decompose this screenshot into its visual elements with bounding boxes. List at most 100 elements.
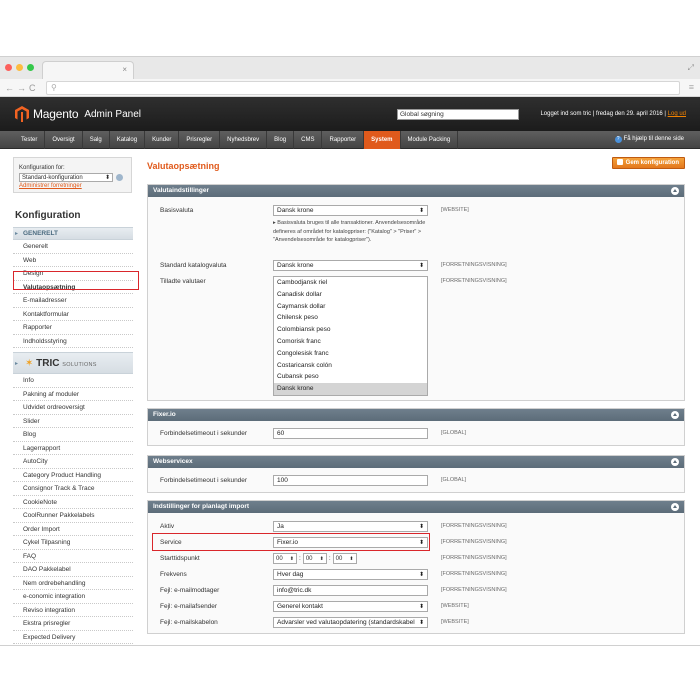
minimize-window-icon[interactable] bbox=[16, 64, 23, 71]
sidebar-item[interactable]: Slider bbox=[13, 415, 133, 428]
sidebar-item[interactable]: Kontaktformular bbox=[13, 308, 133, 321]
select-value: Hver dag bbox=[277, 571, 304, 578]
currency-option[interactable]: Colombiansk peso bbox=[274, 324, 427, 336]
error-template-select[interactable]: Advarsler ved valutaopdatering (standard… bbox=[273, 617, 428, 628]
import-frequency-select[interactable]: Hver dag ⬍ bbox=[273, 569, 428, 580]
currency-option[interactable]: Comorisk franc bbox=[274, 336, 427, 348]
sidebar-item[interactable]: FAQ bbox=[13, 550, 133, 563]
base-currency-select[interactable]: Dansk krone ⬍ bbox=[273, 205, 428, 216]
nav-item-blog[interactable]: Blog bbox=[267, 130, 295, 149]
sidebar-item[interactable]: CookieNote bbox=[13, 496, 133, 509]
nav-item-prisregler[interactable]: Prisregler bbox=[179, 130, 221, 149]
nav-item-kunder[interactable]: Kunder bbox=[145, 130, 180, 149]
global-search-input[interactable]: Global søgning bbox=[397, 109, 519, 120]
fixer-timeout-row: Forbindelsetimeout i sekunder 60 [GLOBAL… bbox=[148, 428, 686, 440]
manage-stores-link[interactable]: Administrer forretninger bbox=[19, 183, 126, 189]
tab-close-icon[interactable]: × bbox=[122, 65, 127, 74]
select-arrows-icon: ⬍ bbox=[289, 556, 294, 562]
collapse-icon[interactable] bbox=[671, 187, 679, 195]
nav-item-cms[interactable]: CMS bbox=[294, 130, 323, 149]
import-active-select[interactable]: Ja ⬍ bbox=[273, 521, 428, 532]
help-link[interactable]: ? Få hjælp til denne side bbox=[614, 136, 684, 143]
sidebar-item[interactable]: CoolRunner Pakkelabels bbox=[13, 509, 133, 523]
start-second-select[interactable]: 00 ⬍ bbox=[332, 553, 357, 564]
sidebar-item[interactable]: Blog bbox=[13, 428, 133, 442]
currency-option[interactable]: Chilensk peso bbox=[274, 312, 427, 324]
time-separator: : bbox=[299, 555, 301, 562]
address-bar[interactable]: ⚲ bbox=[46, 81, 680, 95]
scope-tag: [FORRETNINGSVISNING] bbox=[441, 587, 507, 593]
sidebar-item[interactable]: DAO Pakkelabel bbox=[13, 563, 133, 577]
error-sender-select[interactable]: Generel kontakt ⬍ bbox=[273, 601, 428, 612]
collapse-icon[interactable] bbox=[671, 411, 679, 419]
scope-tag: [GLOBAL] bbox=[441, 477, 467, 483]
section-header[interactable]: Fixer.io bbox=[148, 409, 684, 421]
error-recipient-input[interactable]: info@tric.dk bbox=[273, 585, 428, 596]
nav-item-oversigt[interactable]: Oversigt bbox=[45, 130, 83, 149]
scope-label: Konfiguration for: bbox=[19, 165, 65, 171]
start-hour-select[interactable]: 00 ⬍ bbox=[273, 553, 297, 564]
save-config-button[interactable]: Gem konfiguration bbox=[611, 157, 685, 169]
general-item-list: Generelt Web Design Valutaopsætning E-mailad… bbox=[13, 240, 133, 348]
sidebar-item[interactable]: Rapporter bbox=[13, 321, 133, 335]
fullscreen-icon[interactable]: ⤢ bbox=[688, 63, 694, 73]
scope-select[interactable]: Standard-konfiguration ⬍ bbox=[19, 173, 113, 182]
currency-option[interactable]: Cubansk peso bbox=[274, 371, 427, 383]
sidebar-section-tric[interactable]: ▸ ✶ TRIC SOLUTIONS bbox=[13, 352, 133, 374]
nav-item-nyhedsbrev[interactable]: Nyhedsbrev bbox=[220, 130, 268, 149]
sidebar-item[interactable]: E-mailadresser bbox=[13, 294, 133, 308]
sidebar-item[interactable]: Generelt bbox=[13, 240, 133, 254]
scope-help-icon[interactable] bbox=[116, 173, 123, 181]
currency-option[interactable]: Canadisk dollar bbox=[274, 289, 427, 301]
nav-item-system[interactable]: System bbox=[364, 130, 401, 149]
sidebar-item[interactable]: Cykel Tilpasning bbox=[13, 536, 133, 550]
nav-item-module-packing[interactable]: Module Packing bbox=[401, 130, 459, 149]
start-minute-select[interactable]: 00 ⬍ bbox=[302, 553, 327, 564]
collapse-icon[interactable] bbox=[671, 503, 679, 511]
currency-option[interactable]: Costaricansk colón bbox=[274, 360, 427, 372]
nav-item-katalog[interactable]: Katalog bbox=[110, 130, 146, 149]
sidebar-item[interactable]: Web bbox=[13, 254, 133, 267]
currency-option[interactable]: Cambodjansk riel bbox=[274, 277, 427, 289]
default-currency-select[interactable]: Dansk krone ⬍ bbox=[273, 260, 428, 271]
sidebar-item[interactable]: AutoCity bbox=[13, 455, 133, 469]
webservicex-timeout-input[interactable]: 100 bbox=[273, 475, 428, 486]
browser-tab[interactable]: × bbox=[42, 61, 134, 79]
section-header[interactable]: Webservicex bbox=[148, 456, 684, 468]
sidebar-section-general[interactable]: ▸ GENERELT bbox=[13, 227, 133, 240]
sidebar-item[interactable]: Nem ordrebehandling bbox=[13, 577, 133, 590]
nav-item-salg[interactable]: Salg bbox=[83, 130, 110, 149]
sidebar-item[interactable]: Udvidet ordreoversigt bbox=[13, 401, 133, 415]
error-recipient-row: Fejl: e-mailmodtager info@tric.dk [FORRE… bbox=[148, 585, 686, 597]
currency-option[interactable]: Caymansk dollar bbox=[274, 301, 427, 313]
scope-tag: [WEBSITE] bbox=[441, 603, 469, 609]
sidebar-item[interactable]: Expected Delivery bbox=[13, 631, 133, 644]
sidebar-item[interactable]: Consignor Track & Trace bbox=[13, 482, 133, 496]
currency-option[interactable]: Congolesisk franc bbox=[274, 348, 427, 360]
sidebar-item[interactable]: Category Product Handling bbox=[13, 469, 133, 482]
currency-option[interactable]: Dansk krone bbox=[274, 383, 427, 395]
sidebar-item[interactable]: Info bbox=[13, 374, 133, 388]
browser-menu-icon[interactable]: ≡ bbox=[689, 82, 694, 92]
sidebar-item[interactable]: Indholdsstyring bbox=[13, 335, 133, 348]
fixer-timeout-input[interactable]: 60 bbox=[273, 428, 428, 439]
nav-buttons-icon[interactable]: ←→C bbox=[5, 83, 39, 93]
allowed-currencies-multiselect[interactable]: Cambodjansk riel Canadisk dollar Caymansk … bbox=[273, 276, 428, 396]
logout-link[interactable]: Log ud bbox=[668, 111, 686, 117]
close-window-icon[interactable] bbox=[5, 64, 12, 71]
sidebar-item[interactable]: Ekstra prisregler bbox=[13, 617, 133, 631]
sidebar-item[interactable]: Pakning af moduler bbox=[13, 388, 133, 401]
section-header[interactable]: Indstillinger for planlagt import bbox=[148, 501, 684, 513]
maximize-window-icon[interactable] bbox=[27, 64, 34, 71]
section-header[interactable]: Valutaindstillinger bbox=[148, 185, 684, 197]
sidebar-item[interactable]: e-conomic integration bbox=[13, 590, 133, 604]
magento-logo[interactable]: Magento Admin Panel bbox=[15, 106, 141, 122]
nav-item-tester[interactable]: Tester bbox=[14, 130, 46, 149]
collapse-icon[interactable] bbox=[671, 458, 679, 466]
sidebar-item[interactable]: Lagerrapport bbox=[13, 442, 133, 455]
sidebar-item[interactable]: Reviso integration bbox=[13, 604, 133, 617]
sidebar-item[interactable]: Order Import bbox=[13, 523, 133, 536]
nav-item-rapporter[interactable]: Rapporter bbox=[322, 130, 365, 149]
select-arrows-icon: ⬍ bbox=[418, 604, 424, 610]
field-label: Forbindelsetimeout i sekunder bbox=[160, 430, 248, 437]
